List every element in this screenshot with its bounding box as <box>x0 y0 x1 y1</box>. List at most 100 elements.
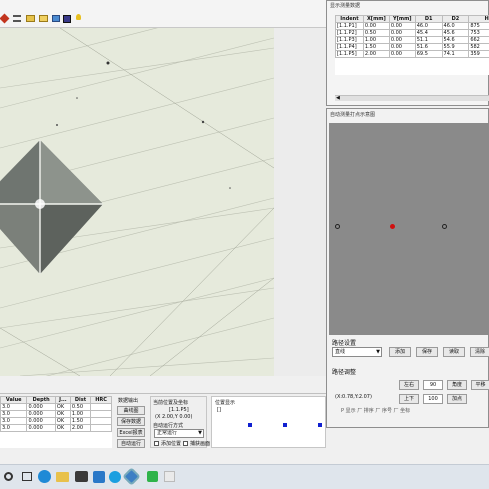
save-button[interactable]: 保存 <box>416 347 438 357</box>
table-row[interactable]: [1.1.P2] 0.50 0.00 45.4 45.6 753 <box>335 29 489 37</box>
table-cell: 0.00 <box>388 36 416 44</box>
table-cell: 662 <box>468 36 489 44</box>
result-window[interactable]: 显示测量数据 Indent X[mm] Y[mm] D1 D2 H [1.1.P… <box>326 0 489 106</box>
left-right-button[interactable]: 左右 <box>399 380 419 390</box>
table-cell: 51.6 <box>414 43 443 51</box>
add-button[interactable]: 添加 <box>389 347 411 357</box>
table-cell: 0.50 <box>362 29 390 37</box>
path-settings-label: 路径设置 <box>332 340 357 347</box>
specimen-surface <box>0 28 274 376</box>
settings-icon[interactable] <box>122 467 141 486</box>
add-point-button[interactable]: 加点 <box>447 394 467 404</box>
auto-mode-label: 自动运行方式 <box>153 423 184 429</box>
table-row[interactable]: 3.0 0.000 OK 2.00 <box>0 424 112 432</box>
auto-mode-select[interactable]: 正常运行 ▼ <box>154 429 204 438</box>
image-icon[interactable] <box>52 15 60 22</box>
table-cell: 45.4 <box>414 29 443 37</box>
table-cell: 54.6 <box>441 36 470 44</box>
table-cell <box>90 410 112 418</box>
scroll-left-icon[interactable]: ◀ <box>336 96 340 101</box>
value-90-field[interactable]: 90 <box>423 380 443 390</box>
auto-run-button[interactable]: 自动运行 <box>117 439 145 448</box>
table-cell: 0.00 <box>388 43 416 51</box>
data-output-label: 数据输出 <box>118 398 139 404</box>
open-folder-icon[interactable] <box>39 15 48 22</box>
table-cell: 2.00 <box>69 424 92 432</box>
up-down-button[interactable]: 上下 <box>399 394 419 404</box>
lamp-icon[interactable] <box>76 14 81 20</box>
table-row[interactable]: [1.1.P4] 1.50 0.00 51.6 55.9 582 <box>335 43 489 51</box>
clear-button[interactable]: 清除 <box>470 347 489 357</box>
microscope-image[interactable] <box>0 28 274 376</box>
table-cell <box>90 417 112 425</box>
table-row[interactable]: [1.1.P5] 2.00 0.00 69.5 74.1 359 <box>335 50 489 58</box>
pan-button[interactable]: 平移 <box>471 380 489 390</box>
curve-button[interactable]: 曲线图 <box>117 406 145 415</box>
save-icon[interactable] <box>63 15 71 23</box>
table-cell: 0.000 <box>26 403 56 411</box>
value-100-field[interactable]: 100 <box>423 394 443 404</box>
table-cell: 875 <box>468 22 489 30</box>
folder-icon[interactable] <box>26 15 35 22</box>
table-cell: 0.00 <box>362 22 390 30</box>
table-cell: 1.50 <box>69 417 92 425</box>
display-options[interactable]: P 显示 厂 排序 厂 序号 厂 坐标 <box>341 407 410 414</box>
view-image-checkbox[interactable] <box>183 441 188 446</box>
table-row[interactable]: 3.0 0.000 OK 1.50 <box>0 417 112 425</box>
read-button[interactable]: 读取 <box>443 347 465 357</box>
result-table: Indent X[mm] Y[mm] D1 D2 H [1.1.P1] 0.00… <box>335 15 489 58</box>
table-row[interactable]: [1.1.P1] 0.00 0.00 46.0 46.0 875 <box>335 22 489 30</box>
points-canvas[interactable] <box>329 123 489 335</box>
table-cell: OK <box>54 403 71 411</box>
auto-point-window[interactable]: 自动测量打点示意图 路径设置 直线 ▼ 添加 保存 读取 清除 路径调整 左右 … <box>326 108 489 428</box>
table-row[interactable]: [1.1.P3] 1.00 0.00 51.1 54.6 662 <box>335 36 489 44</box>
table-cell: 3.0 <box>0 424 28 432</box>
edge-icon[interactable] <box>38 470 51 483</box>
coordinate-readout: (X:0.78,Y:2.07) <box>335 394 372 400</box>
excel-report-button[interactable]: Excel报表 <box>117 428 145 437</box>
table-cell <box>90 424 112 432</box>
table-header: HRC <box>90 396 112 404</box>
current-point-marker[interactable] <box>390 224 395 229</box>
excel-icon[interactable] <box>164 471 175 482</box>
table-header: Depth <box>26 396 56 404</box>
table-cell: 1.00 <box>362 36 390 44</box>
table-cell: 582 <box>468 43 489 51</box>
hardness-table: Value Depth J... Dist HRC 3.0 0.000 OK 0… <box>0 396 112 432</box>
search-icon[interactable] <box>4 472 13 481</box>
list-icon[interactable] <box>13 15 21 22</box>
app-icon[interactable] <box>147 471 158 482</box>
table-header: Y[mm] <box>388 15 416 23</box>
angle-button[interactable]: 角度 <box>447 380 467 390</box>
result-window-title: 显示测量数据 <box>330 3 361 9</box>
mail-icon[interactable] <box>75 471 88 482</box>
current-point-coords: (X 2.00,Y 0.00) <box>155 414 193 420</box>
table-cell <box>90 403 112 411</box>
top-toolbar <box>0 0 330 28</box>
table-row[interactable]: 3.0 0.000 OK 1.00 <box>0 410 112 418</box>
save-data-button[interactable]: 保存数据 <box>117 417 145 426</box>
task-view-icon[interactable] <box>22 472 32 481</box>
table-cell: 359 <box>468 50 489 58</box>
skype-icon[interactable] <box>109 471 121 483</box>
point-marker[interactable] <box>335 224 340 229</box>
point-marker[interactable] <box>442 224 447 229</box>
table-cell: [1.1.P5] <box>335 50 364 58</box>
path-select[interactable]: 直线 ▼ <box>332 347 382 357</box>
store-icon[interactable] <box>93 471 105 483</box>
table-row[interactable]: 3.0 0.000 OK 0.50 <box>0 403 112 411</box>
table-cell: 55.9 <box>441 43 470 51</box>
taskbar <box>0 464 489 489</box>
folder-icon[interactable] <box>56 472 69 482</box>
table-cell: 46.0 <box>414 22 443 30</box>
table-cell: 1.50 <box>362 43 390 51</box>
table-header: D2 <box>441 15 470 23</box>
add-position-checkbox[interactable] <box>154 441 159 446</box>
table-cell: 0.000 <box>26 417 56 425</box>
table-cell: 2.00 <box>362 50 390 58</box>
auto-point-window-title: 自动测量打点示意图 <box>330 112 376 118</box>
table-header: J... <box>54 396 71 404</box>
result-scrollbar[interactable]: ◀ <box>335 95 489 101</box>
pencil-icon[interactable] <box>0 13 10 24</box>
bottom-panel: Value Depth J... Dist HRC 3.0 0.000 OK 0… <box>0 393 326 450</box>
